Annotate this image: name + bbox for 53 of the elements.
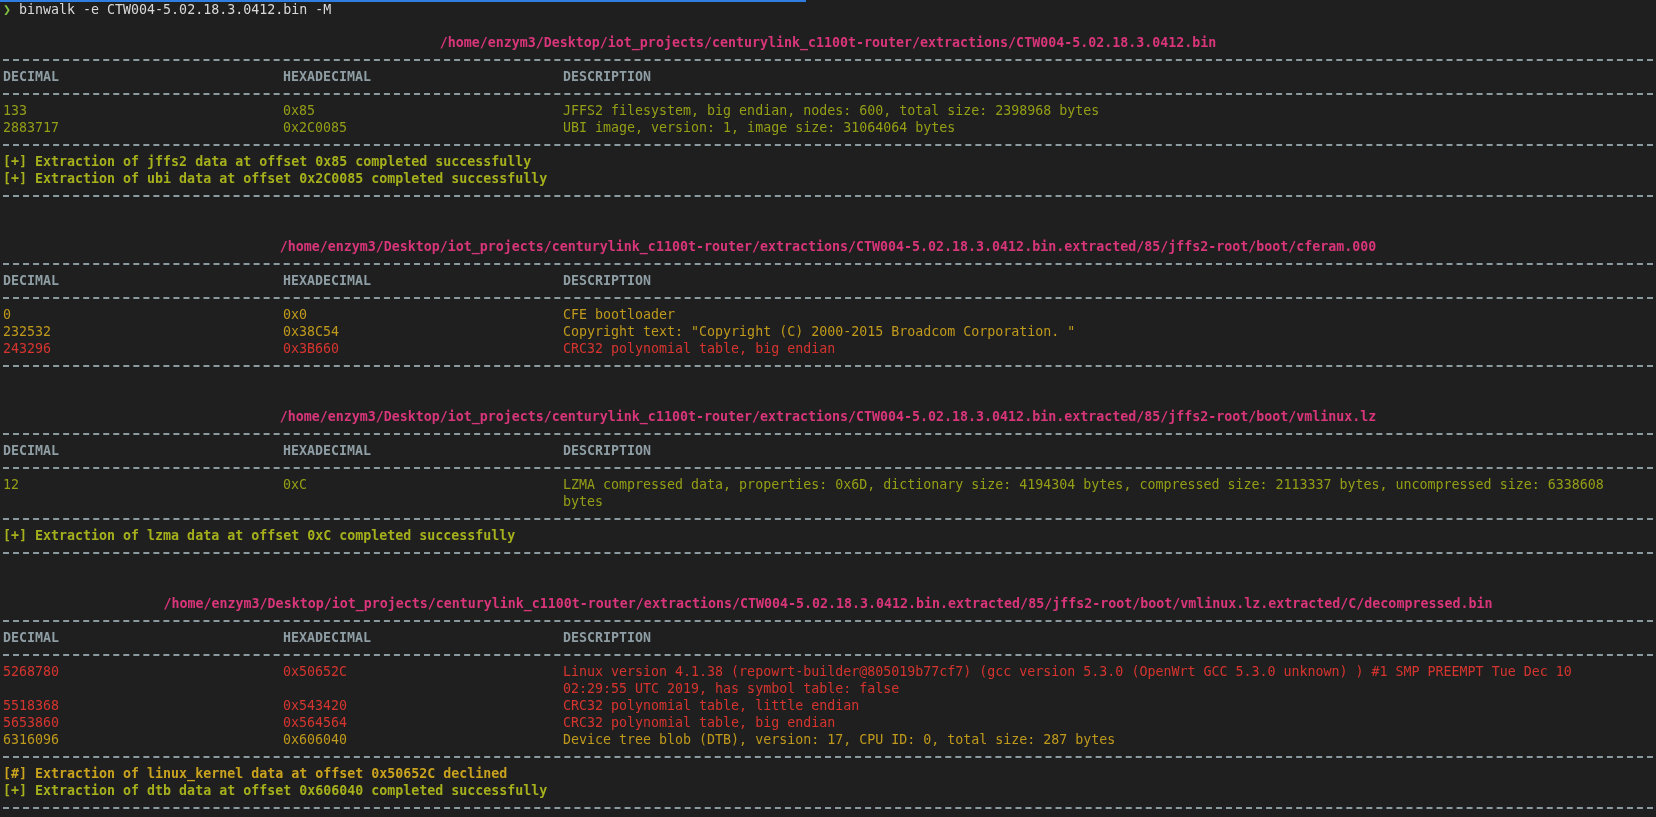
- decimal-offset: 133: [3, 103, 28, 118]
- extraction-message: [+] Extraction of dtb data at offset 0x606040 completed successfully: [3, 783, 548, 798]
- signature-description: Device tree blob (DTB), version: 17, CPU ID: 0, total size: 287 bytes: [563, 732, 1116, 747]
- signature-description: CRC32 polynomial table, little endian: [563, 698, 860, 713]
- signature-description: Linux version 4.1.38 (repowrt-builder@805019b77cf7) (gcc version 5.3.0 (OpenWrt GCC 5.3.0 unknown) ) #1 SMP PREEMPT Tue Dec 10 02:29:55 UTC 2019, has symbol table: false: [563, 664, 1572, 696]
- decimal-offset: 0: [3, 307, 11, 322]
- signature-description: CFE bootloader: [563, 307, 676, 322]
- column-header: HEXADECIMAL: [283, 443, 372, 458]
- extraction-message: [#] Extraction of linux_kernel data at offset 0x50652C declined: [3, 766, 508, 781]
- decimal-offset: 5268780: [3, 664, 60, 679]
- column-header: HEXADECIMAL: [283, 273, 372, 288]
- decimal-offset: 6316096: [3, 732, 60, 747]
- column-header: DECIMAL: [3, 273, 60, 288]
- decimal-offset: 2883717: [3, 120, 60, 135]
- signature-description: CRC32 polynomial table, big endian: [563, 715, 836, 730]
- hex-offset: 0x0: [283, 307, 308, 322]
- file-path-heading: /home/enzym3/Desktop/iot_projects/centurylink_c1100t-router/extractions/CTW004-5.02.18.3.0412.bin.extracted/85/jffs2-root/boot/vmlinux.lz: [279, 408, 1377, 425]
- column-header: DECIMAL: [3, 630, 60, 645]
- column-header: DECIMAL: [3, 69, 60, 84]
- prompt-symbol: ❯: [3, 1, 11, 18]
- hex-offset: 0x564564: [283, 715, 348, 730]
- signature-description: CRC32 polynomial table, big endian: [563, 341, 836, 356]
- column-header: DESCRIPTION: [563, 630, 652, 645]
- extraction-message: [+] Extraction of lzma data at offset 0xC completed successfully: [3, 528, 516, 543]
- column-header: DESCRIPTION: [563, 443, 652, 458]
- extraction-message: [+] Extraction of ubi data at offset 0x2C0085 completed successfully: [3, 171, 548, 186]
- hex-offset: 0x50652C: [283, 664, 348, 679]
- file-path-heading: /home/enzym3/Desktop/iot_projects/centurylink_c1100t-router/extractions/CTW004-5.02.18.3.0412.bin.extracted/85/jffs2-root/boot/cferam.000: [279, 238, 1377, 255]
- column-header: HEXADECIMAL: [283, 69, 372, 84]
- column-header: DESCRIPTION: [563, 69, 652, 84]
- decimal-offset: 243296: [3, 341, 52, 356]
- decimal-offset: 232532: [3, 324, 52, 339]
- column-header: DECIMAL: [3, 443, 60, 458]
- file-path-heading: /home/enzym3/Desktop/iot_projects/centurylink_c1100t-router/extractions/CTW004-5.02.18.3.0412.bin.extracted/85/jffs2-root/boot/vmlinux.lz.extracted/C/decompressed.bin: [163, 595, 1493, 612]
- column-header: HEXADECIMAL: [283, 630, 372, 645]
- signature-description: LZMA compressed data, properties: 0x6D, dictionary size: 4194304 bytes, compressed size: 2113337 bytes, uncompressed size: 6338608 bytes: [563, 477, 1604, 509]
- decimal-offset: 5518368: [3, 698, 60, 713]
- hex-offset: 0xC: [283, 477, 308, 492]
- decimal-offset: 5653860: [3, 715, 60, 730]
- signature-description: Copyright text: "Copyright (C) 2000-2015 Broadcom Corporation. ": [563, 324, 1076, 339]
- hex-offset: 0x38C54: [283, 324, 340, 339]
- column-header: DESCRIPTION: [563, 273, 652, 288]
- hex-offset: 0x606040: [283, 732, 348, 747]
- signature-description: UBI image, version: 1, image size: 31064064 bytes: [563, 120, 956, 135]
- file-path-heading: /home/enzym3/Desktop/iot_projects/centurylink_c1100t-router/extractions/CTW004-5.02.18.3.0412.bin: [439, 34, 1217, 51]
- extraction-message: [+] Extraction of jffs2 data at offset 0x85 completed successfully: [3, 154, 532, 169]
- hex-offset: 0x2C0085: [283, 120, 348, 135]
- decimal-offset: 12: [3, 477, 19, 492]
- command-line: binwalk -e CTW004-5.02.18.3.0412.bin -M: [19, 1, 332, 18]
- signature-description: JFFS2 filesystem, big endian, nodes: 600, total size: 2398968 bytes: [563, 103, 1100, 118]
- hex-offset: 0x3B660: [283, 341, 340, 356]
- hex-offset: 0x85: [283, 103, 316, 118]
- hex-offset: 0x543420: [283, 698, 348, 713]
